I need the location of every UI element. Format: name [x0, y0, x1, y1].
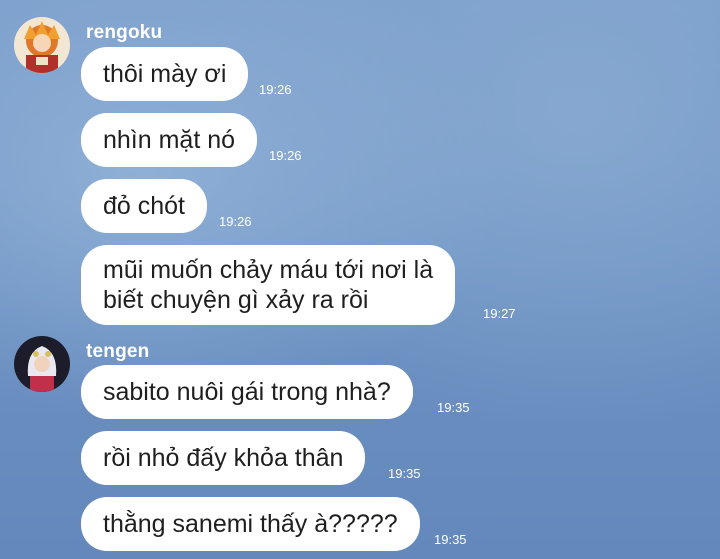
message-timestamp: 19:35	[437, 400, 470, 415]
message-text-line: mũi muốn chảy máu tới nơi là	[103, 256, 434, 284]
message-bubble[interactable]: rồi nhỏ đấy khỏa thân	[81, 431, 366, 485]
message-bubble[interactable]: sabito nuôi gái trong nhà?	[81, 365, 413, 419]
rengoku-avatar-icon[interactable]	[14, 17, 70, 73]
message-text: sabito nuôi gái trong nhà?	[103, 378, 391, 406]
message-timestamp: 19:26	[259, 82, 292, 97]
message-text: thôi mày ơi	[103, 60, 227, 88]
message-timestamp: 19:26	[219, 214, 252, 229]
sender-name: rengoku	[86, 22, 163, 43]
message-bubble[interactable]: thôi mày ơi	[81, 47, 249, 101]
message-text-line: biết chuyện gì xảy ra rồi	[103, 286, 369, 314]
message-bubble[interactable]: đỏ chót	[81, 179, 208, 233]
message-bubble[interactable]: nhìn mặt nó	[81, 113, 258, 167]
message-timestamp: 19:35	[434, 532, 467, 547]
message-bubble[interactable]: mũi muốn chảy máu tới nơi là biết chuyện…	[81, 245, 456, 325]
tengen-avatar-icon[interactable]	[14, 336, 70, 392]
message-text: rồi nhỏ đấy khỏa thân	[103, 444, 344, 472]
message-timestamp: 19:27	[483, 306, 516, 321]
message-text: đỏ chót	[103, 192, 186, 220]
sender-name: tengen	[86, 341, 150, 362]
message-timestamp: 19:35	[388, 466, 421, 481]
message-text: thằng sanemi thấy à?????	[103, 510, 398, 538]
message-bubble[interactable]: thằng sanemi thấy à?????	[81, 497, 420, 551]
message-timestamp: 19:26	[269, 148, 302, 163]
message-text: nhìn mặt nó	[103, 126, 236, 154]
